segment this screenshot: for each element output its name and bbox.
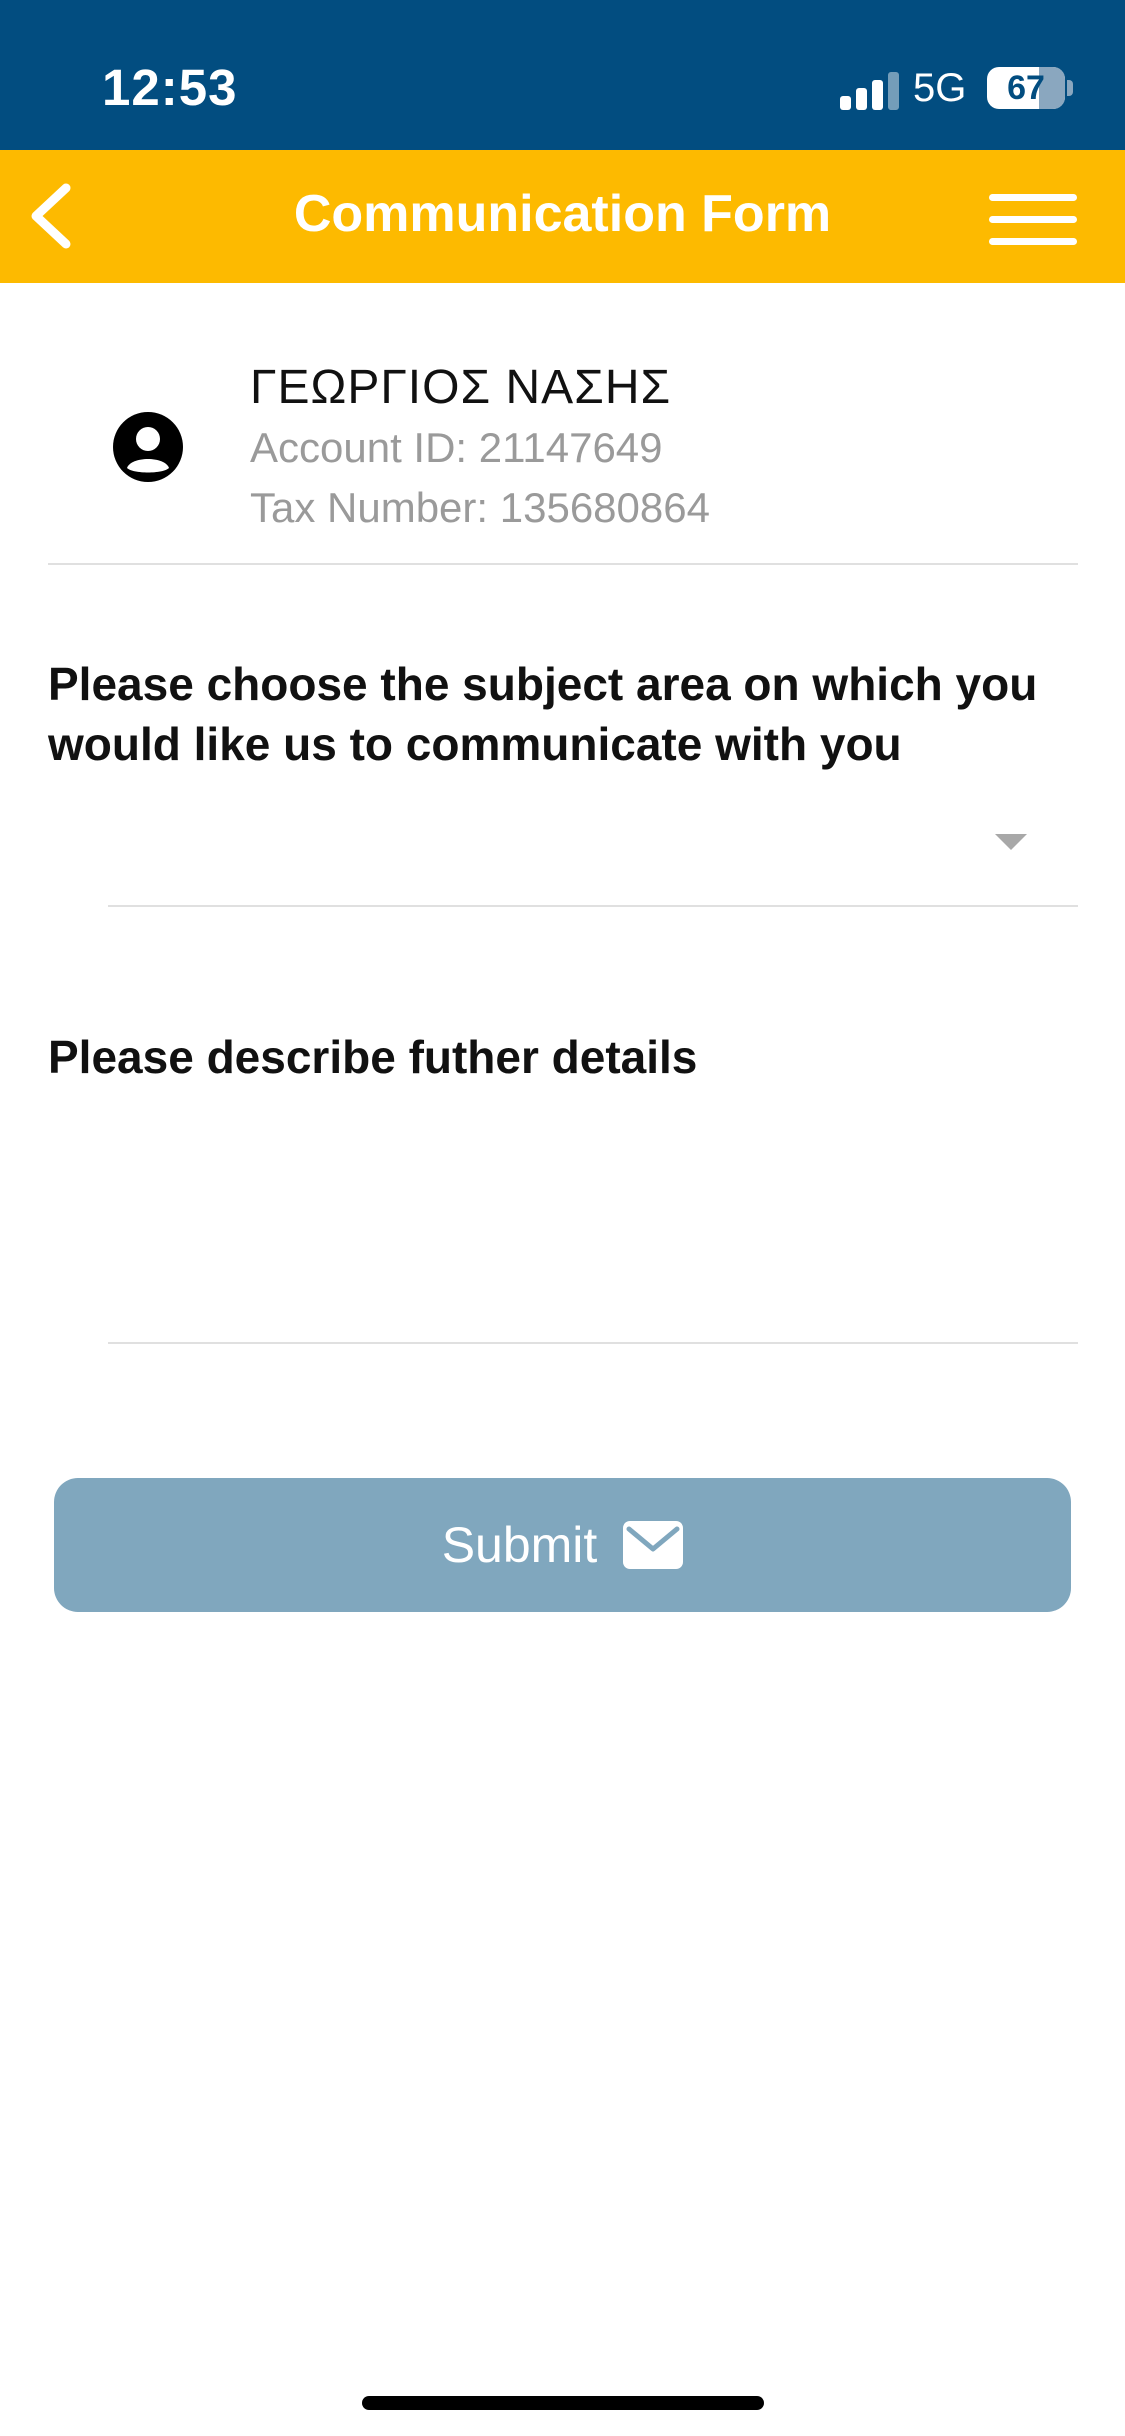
subject-label: Please choose the subject area on which …: [48, 658, 1038, 770]
status-bar: 12:53 5G 67: [0, 0, 1125, 150]
submit-button[interactable]: Submit: [54, 1478, 1071, 1612]
home-indicator[interactable]: [362, 2396, 764, 2410]
nav-bar: Communication Form: [0, 150, 1125, 283]
user-circle-icon: [113, 412, 183, 482]
chevron-down-icon: [995, 834, 1027, 850]
page-title: Communication Form: [293, 185, 832, 243]
network-type: 5G: [913, 66, 967, 110]
hamburger-line: [989, 238, 1077, 245]
chevron-left-icon: [31, 183, 71, 249]
battery-level: 67: [1007, 69, 1045, 107]
envelope-icon: [623, 1521, 684, 1569]
details-label: Please describe futher details: [48, 1031, 698, 1083]
battery-icon: 67: [987, 67, 1065, 109]
tax-number: Tax Number: 135680864: [250, 484, 710, 531]
submit-content: Submit: [54, 1478, 1071, 1612]
account-id: Account ID: 21147649: [250, 424, 663, 471]
details-input[interactable]: [108, 1110, 1078, 1344]
divider: [48, 563, 1078, 565]
back-button[interactable]: [14, 170, 104, 262]
menu-button[interactable]: [985, 180, 1085, 252]
hamburger-menu-icon: [989, 194, 1077, 201]
submit-label: Submit: [441, 1517, 598, 1573]
hamburger-line: [989, 216, 1077, 223]
signal-strength-icon: [840, 72, 900, 110]
battery-cap: [1067, 80, 1073, 96]
account-name: ΓΕΩΡΓΙΟΣ ΝΑΣΗΣ: [250, 361, 672, 414]
subject-select[interactable]: [108, 790, 1078, 907]
status-time: 12:53: [102, 59, 238, 116]
